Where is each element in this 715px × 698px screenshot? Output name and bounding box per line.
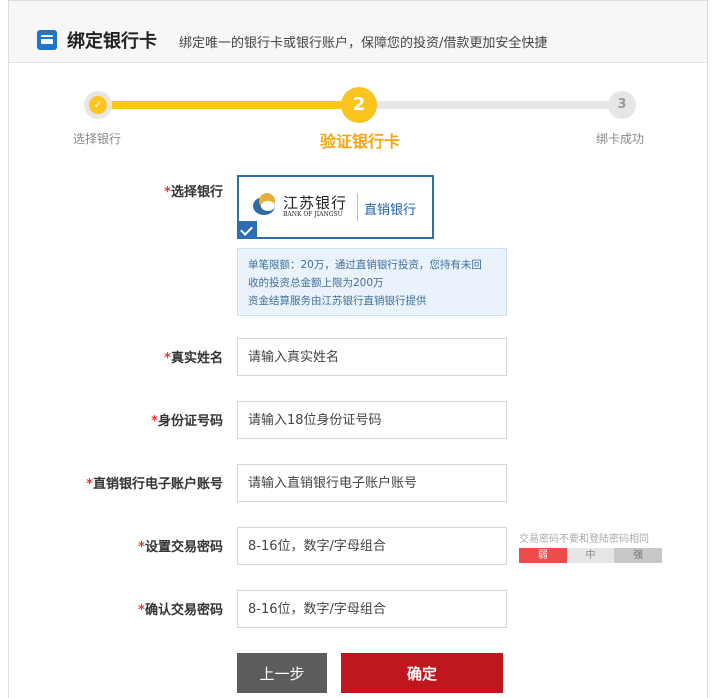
divider (357, 193, 358, 221)
strength-strong: 强 (614, 548, 663, 563)
step-1-marker: ✓ (84, 91, 112, 119)
bank-option-jiangsu[interactable]: 江苏银行 BANK OF JIANGSU 直销银行 (237, 175, 434, 239)
bank-label-text: 选择银行 (170, 185, 223, 200)
real-name-input[interactable] (237, 338, 507, 376)
bank-info-box: 单笔限额：20万，通过直销银行投资，您持有未回 收的投资总金额上限为200万 资… (237, 248, 507, 316)
account-label-text: 直销银行电子账户账号 (92, 477, 223, 492)
required-mark: * (151, 414, 158, 429)
bank-tag: 直销银行 (364, 203, 417, 218)
bank-info-line: 资金结算服务由江苏银行直销银行提供 (248, 295, 427, 307)
bank-name-cn: 江苏银行 (283, 194, 348, 212)
password-label-text: 设置交易密码 (144, 540, 223, 555)
check-icon: ✓ (89, 96, 107, 114)
progress-track-done (91, 101, 361, 109)
required-mark: * (138, 540, 145, 555)
account-number-input[interactable] (237, 464, 507, 502)
confirm-password-input[interactable] (237, 590, 507, 628)
required-mark: * (164, 185, 171, 200)
required-mark: * (86, 477, 93, 492)
bank-name-en: BANK OF JIANGSU (283, 211, 343, 218)
account-label: *直销银行电子账户账号 (86, 473, 223, 492)
card-icon (37, 30, 57, 50)
progress-track-remaining (361, 101, 623, 109)
password-input[interactable] (237, 527, 507, 565)
confirm-password-label: *确认交易密码 (138, 599, 223, 618)
id-number-input[interactable] (237, 401, 507, 439)
bank-logo-icon (253, 193, 277, 219)
required-mark: * (138, 603, 145, 618)
selected-check-icon (237, 221, 257, 239)
step-1-label: 选择银行 (73, 132, 122, 146)
confirm-password-label-text: 确认交易密码 (144, 603, 223, 618)
bank-info-line: 收的投资总金额上限为200万 (248, 277, 384, 289)
real-name-label: *真实姓名 (164, 347, 223, 366)
id-number-label: *身份证号码 (151, 410, 223, 429)
progress-steps: ✓ 2 3 选择银行 验证银行卡 绑卡成功 (9, 87, 707, 157)
confirm-button[interactable]: 确定 (341, 653, 503, 693)
step-3-marker: 3 (608, 91, 636, 119)
page-subtitle: 绑定唯一的银行卡或银行账户，保障您的投资/借款更加安全快捷 (179, 36, 548, 51)
bank-label: *选择银行 (164, 181, 223, 200)
page-title: 绑定银行卡 (67, 31, 157, 52)
password-hint: 交易密码不要和登陆密码相同 (519, 534, 649, 545)
strength-medium: 中 (566, 548, 615, 563)
panel-header: 绑定银行卡 绑定唯一的银行卡或银行账户，保障您的投资/借款更加安全快捷 (9, 1, 707, 63)
strength-weak: 弱 (519, 548, 567, 563)
previous-step-button[interactable]: 上一步 (237, 653, 327, 693)
step-3-label: 绑卡成功 (596, 132, 645, 146)
bind-card-panel: 绑定银行卡 绑定唯一的银行卡或银行账户，保障您的投资/借款更加安全快捷 ✓ 2 … (8, 0, 708, 698)
step-2-label: 验证银行卡 (320, 132, 401, 151)
password-label: *设置交易密码 (138, 536, 223, 555)
id-number-label-text: 身份证号码 (157, 414, 223, 429)
required-mark: * (164, 351, 171, 366)
real-name-label-text: 真实姓名 (170, 351, 223, 366)
bank-info-line: 单笔限额：20万，通过直销银行投资，您持有未回 (248, 259, 482, 271)
password-strength-meter: 弱 中 强 (519, 548, 663, 563)
step-2-marker: 2 (341, 87, 377, 123)
